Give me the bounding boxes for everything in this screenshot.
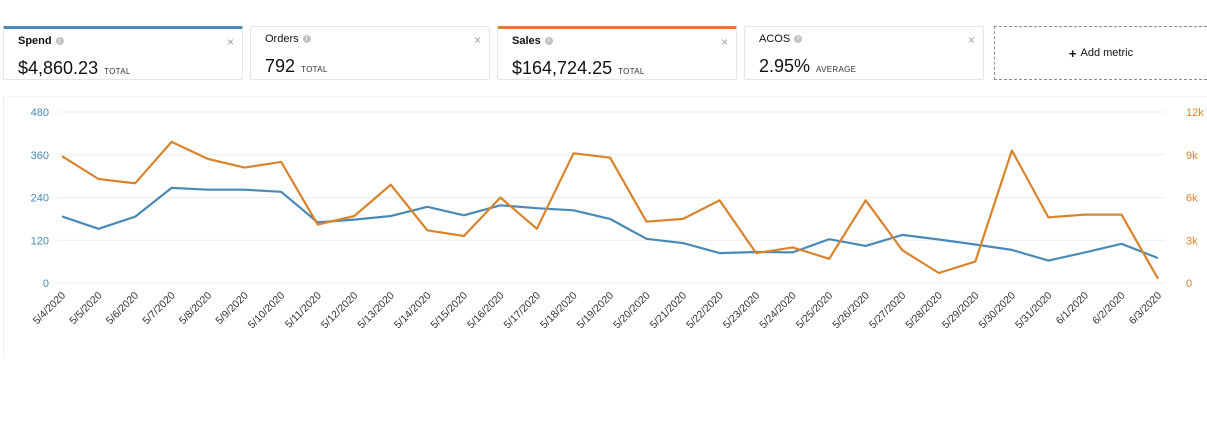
x-tick-label: 5/20/2020 [611,290,653,332]
y-right-tick-label: 6k [1186,193,1198,205]
x-tick-label: 5/14/2020 [392,290,434,332]
x-tick-label: 5/6/2020 [104,290,141,327]
x-tick-label: 5/17/2020 [502,290,544,332]
x-tick-label: 5/12/2020 [319,290,361,332]
x-tick-label: 5/4/2020 [31,290,68,327]
y-left-tick-label: 120 [31,235,49,247]
x-tick-label: 5/13/2020 [355,290,397,332]
x-tick-label: 5/24/2020 [757,290,799,332]
x-tick-label: 5/9/2020 [213,290,250,327]
series-line-spend [61,186,1159,262]
x-tick-label: 5/21/2020 [648,290,690,332]
y-right-tick-label: 0 [1186,278,1192,290]
x-tick-label: 5/10/2020 [246,290,288,332]
series-line-sales [61,140,1159,280]
y-right-tick-label: 3k [1186,235,1198,247]
x-tick-label: 6/3/2020 [1127,290,1164,327]
x-tick-label: 5/11/2020 [283,290,324,331]
x-tick-label: 5/28/2020 [903,290,945,332]
x-tick-label: 5/30/2020 [976,290,1018,332]
line-chart: 480 360 240 120 0 12k 9k 6k 3k 0 5/4/2020 5/5/202… [31,107,1205,332]
x-tick-label: 5/19/2020 [575,290,617,332]
y-right-tick-label: 12k [1186,107,1204,119]
x-tick-label: 5/23/2020 [721,290,763,332]
x-tick-label: 5/31/2020 [1013,290,1055,332]
y-left-tick-label: 0 [43,278,49,290]
y-left-tick-label: 480 [31,107,49,119]
x-tick-label: 6/2/2020 [1090,290,1127,327]
x-tick-label: 5/26/2020 [830,290,872,332]
y-left-tick-label: 360 [31,150,49,162]
x-tick-label: 5/29/2020 [940,290,982,332]
x-tick-label: 5/22/2020 [684,290,726,332]
x-tick-label: 5/5/2020 [67,290,104,327]
x-tick-label: 5/27/2020 [867,290,909,332]
x-tick-label: 5/25/2020 [794,290,836,332]
x-tick-label: 5/15/2020 [428,290,470,332]
y-right-tick-label: 9k [1186,150,1198,162]
x-tick-label: 5/16/2020 [465,290,507,332]
y-left-tick-label: 240 [31,193,49,205]
x-tick-label: 5/7/2020 [140,290,177,327]
x-tick-label: 6/1/2020 [1054,290,1091,327]
x-tick-label: 5/18/2020 [538,290,580,332]
x-tick-label: 5/8/2020 [177,290,214,327]
